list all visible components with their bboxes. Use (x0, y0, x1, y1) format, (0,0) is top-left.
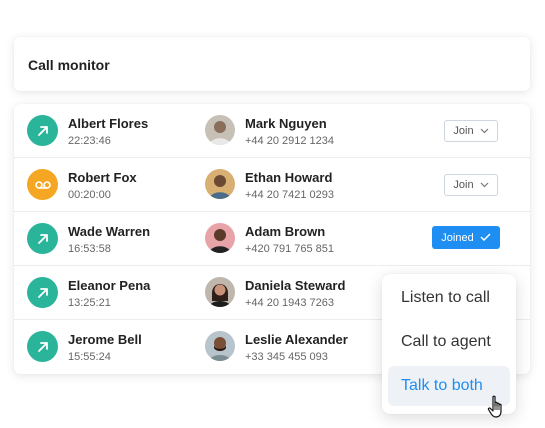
chevron-down-icon (480, 179, 489, 191)
call-duration: 00:20:00 (68, 189, 111, 201)
page-title: Call monitor (28, 57, 110, 73)
join-options-menu: Listen to call Call to agent Talk to bot… (382, 274, 516, 414)
menu-item-listen-to-call[interactable]: Listen to call (388, 278, 510, 318)
join-button-label: Join (453, 179, 474, 191)
avatar (205, 115, 235, 145)
call-monitor-header: Call monitor (14, 37, 530, 91)
outgoing-arrow-icon (27, 331, 58, 362)
agent-phone: +44 20 1943 7263 (245, 297, 335, 309)
table-row: Albert Flores 22:23:46 Mark Nguyen +44 2… (14, 104, 530, 158)
caller-name: Jerome Bell (68, 332, 142, 347)
agent-name: Daniela Steward (245, 278, 346, 293)
caller-name: Eleanor Pena (68, 278, 151, 293)
agent-name: Adam Brown (245, 224, 326, 239)
menu-item-call-to-agent[interactable]: Call to agent (388, 322, 510, 362)
caller-name: Albert Flores (68, 116, 149, 131)
call-duration: 16:53:58 (68, 243, 111, 255)
call-duration: 15:55:24 (68, 351, 111, 363)
hand-cursor-icon (487, 395, 507, 419)
agent-phone: +44 20 7421 0293 (245, 189, 335, 201)
agent-name: Leslie Alexander (245, 332, 348, 347)
agent-phone: +33 345 455 093 (245, 351, 328, 363)
chevron-down-icon (480, 125, 489, 137)
join-button-label: Join (453, 125, 474, 137)
agent-phone: +420 791 765 851 (245, 243, 335, 255)
avatar (205, 169, 235, 199)
outgoing-arrow-icon (27, 277, 58, 308)
join-button[interactable]: Join (444, 120, 498, 142)
outgoing-arrow-icon (27, 115, 58, 146)
join-button[interactable]: Join (444, 174, 498, 196)
agent-phone: +44 20 2912 1234 (245, 135, 335, 147)
caller-name: Wade Warren (68, 224, 151, 239)
avatar (205, 331, 235, 361)
joined-button-label: Joined (441, 231, 474, 244)
checkmark-icon (480, 232, 491, 244)
voicemail-icon (27, 169, 58, 200)
call-duration: 13:25:21 (68, 297, 111, 309)
agent-name: Ethan Howard (245, 170, 333, 185)
call-duration: 22:23:46 (68, 135, 111, 147)
joined-button[interactable]: Joined (432, 226, 500, 249)
avatar (205, 223, 235, 253)
table-row: Robert Fox 00:20:00 Ethan Howard +44 20 … (14, 158, 530, 212)
table-row: Wade Warren 16:53:58 Adam Brown +420 791… (14, 212, 530, 266)
agent-name: Mark Nguyen (245, 116, 327, 131)
avatar (205, 277, 235, 307)
outgoing-arrow-icon (27, 223, 58, 254)
caller-name: Robert Fox (68, 170, 137, 185)
